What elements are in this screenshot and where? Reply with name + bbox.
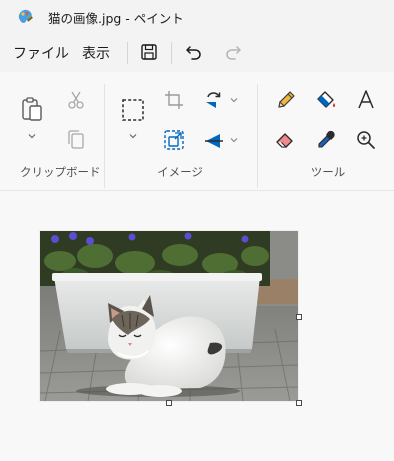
canvas-area[interactable] xyxy=(0,191,394,461)
magnifier-icon[interactable] xyxy=(354,128,378,152)
menu-divider xyxy=(171,42,172,64)
resize-handle-bottom[interactable] xyxy=(166,400,172,406)
ribbon-divider xyxy=(104,84,105,188)
menu-bar: ファイル 表示 xyxy=(0,34,394,73)
image-group-label: イメージ xyxy=(157,165,203,179)
file-menu[interactable]: ファイル xyxy=(13,43,69,63)
menu-divider xyxy=(127,42,128,64)
window-title: 猫の画像.jpg - ペイント xyxy=(48,11,184,26)
select-icon[interactable] xyxy=(121,98,145,122)
canvas-image[interactable] xyxy=(40,231,298,401)
view-menu[interactable]: 表示 xyxy=(82,43,110,63)
crop-icon[interactable] xyxy=(162,88,186,112)
redo-icon[interactable] xyxy=(222,41,244,63)
cat-photo xyxy=(40,231,298,401)
chevron-down-icon[interactable] xyxy=(229,95,239,105)
paste-icon[interactable] xyxy=(19,96,45,124)
fill-icon[interactable] xyxy=(314,88,338,112)
resize-handle-right[interactable] xyxy=(296,314,302,320)
title-bar: 猫の画像.jpg - ペイント xyxy=(0,0,394,34)
resize-handle-bottom-right[interactable] xyxy=(296,400,302,406)
rotate-icon[interactable] xyxy=(202,88,226,112)
pencil-icon[interactable] xyxy=(274,88,298,112)
chevron-down-icon[interactable] xyxy=(229,135,239,145)
undo-icon[interactable] xyxy=(183,41,205,63)
save-icon[interactable] xyxy=(138,41,160,63)
resize-icon[interactable] xyxy=(162,128,186,152)
color-picker-icon[interactable] xyxy=(314,128,338,152)
eraser-icon[interactable] xyxy=(274,128,298,152)
ribbon-divider xyxy=(257,84,258,188)
copy-icon[interactable] xyxy=(64,128,88,152)
flip-icon[interactable] xyxy=(202,128,226,152)
text-icon[interactable] xyxy=(354,88,378,112)
chevron-down-icon[interactable] xyxy=(27,131,37,141)
paint-app-icon xyxy=(18,9,33,23)
chevron-down-icon[interactable] xyxy=(128,131,138,141)
clipboard-group-label: クリップボード xyxy=(20,165,101,179)
ribbon: クリップボード イメージ ツール xyxy=(0,72,394,191)
tools-group-label: ツール xyxy=(310,165,346,179)
cut-icon[interactable] xyxy=(64,88,88,112)
